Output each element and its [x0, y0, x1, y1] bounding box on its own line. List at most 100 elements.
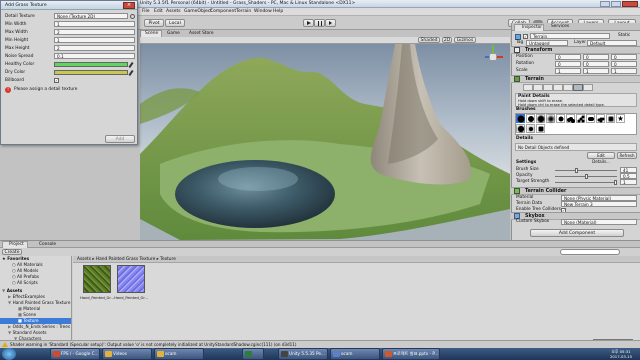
opacity-slider-thumb[interactable] [585, 174, 588, 179]
noise-spread-field[interactable]: 0.1 [54, 53, 135, 59]
close-window-button[interactable] [622, 1, 638, 7]
tree-item[interactable]: ○ All Scripts [12, 280, 38, 286]
rotation-z-field[interactable]: 0 [611, 61, 637, 67]
brush-option[interactable] [566, 114, 575, 123]
menu-edit[interactable]: Edit [154, 9, 163, 14]
taskbar-item-powerpoint[interactable]: 프로젝트 발표.pptx - P... [382, 348, 440, 360]
menu-component[interactable]: Component [210, 9, 236, 14]
menu-window[interactable]: Window [254, 9, 272, 14]
terrain-header[interactable]: Terrain [511, 75, 640, 83]
billboard-checkbox[interactable]: ✓ [54, 78, 59, 83]
rotation-x-field[interactable]: 0 [555, 61, 581, 67]
brush-option[interactable] [576, 114, 585, 123]
target-strength-slider-thumb[interactable] [614, 180, 617, 185]
max-width-field[interactable]: 2 [54, 29, 135, 35]
minimize-button[interactable] [600, 1, 610, 7]
play-button[interactable] [303, 19, 314, 27]
2d-toggle[interactable]: 2D [442, 37, 452, 43]
space-toggle[interactable]: Local [165, 19, 185, 27]
max-height-field[interactable]: 2 [54, 45, 135, 51]
brush-size-slider-track[interactable] [555, 170, 617, 171]
add-component-button[interactable]: Add Component [530, 229, 624, 237]
eyedropper-icon[interactable] [128, 61, 134, 69]
brush-option[interactable] [536, 124, 545, 133]
maximize-button[interactable] [611, 1, 621, 7]
position-z-field[interactable]: 0 [611, 54, 637, 60]
object-name-field[interactable]: Terrain [530, 33, 610, 39]
tab-asset-store[interactable]: Asset Store [185, 30, 217, 37]
tab-services[interactable]: Services [547, 24, 575, 31]
brush-option[interactable] [616, 114, 625, 123]
scene-gizmo[interactable] [480, 44, 506, 70]
taskbar-item-ocam-folder[interactable]: ocam [154, 348, 204, 360]
breadcrumb-text[interactable]: Assets ▸ Hand Painted Grass Texture ▸ Te… [77, 256, 176, 263]
smooth-height-tool[interactable] [543, 84, 553, 91]
dialog-close-button[interactable]: × [123, 2, 135, 9]
dry-color-swatch[interactable] [54, 70, 128, 75]
menu-terrain[interactable]: Terrain [236, 9, 251, 14]
menu-gameobject[interactable]: GameObject [184, 9, 212, 14]
status-message[interactable]: Shader warning in 'Standard (Specular se… [10, 341, 296, 348]
scale-y-field[interactable]: 1 [583, 68, 609, 74]
project-search-input[interactable] [560, 249, 620, 255]
rotation-y-field[interactable]: 0 [583, 61, 609, 67]
terrain-data-field[interactable]: New Terrain 3 [561, 201, 637, 207]
menu-assets[interactable]: Assets [166, 9, 181, 14]
tab-inspector[interactable]: Inspector [514, 24, 544, 31]
pivot-toggle[interactable]: Pivot [144, 19, 164, 27]
refresh-button[interactable]: Refresh [617, 152, 637, 159]
start-button[interactable] [2, 348, 16, 360]
tab-project[interactable]: Project [2, 241, 28, 248]
brush-option[interactable] [516, 124, 525, 133]
active-checkbox[interactable]: ✓ [523, 34, 528, 39]
tab-scene[interactable]: Scene [140, 30, 162, 37]
object-picker-icon[interactable] [130, 14, 135, 19]
place-trees-tool[interactable] [563, 84, 573, 91]
paint-details-tool[interactable] [573, 84, 583, 91]
min-width-field[interactable]: 1 [54, 21, 135, 27]
detail-texture-field[interactable]: None (Texture 2D) [54, 13, 128, 19]
position-y-field[interactable]: 0 [583, 54, 609, 60]
brush-option[interactable] [526, 114, 535, 123]
shading-dropdown[interactable]: Shaded [418, 37, 440, 43]
position-x-field[interactable]: 0 [555, 54, 581, 60]
brush-option[interactable] [546, 114, 555, 123]
taskbar-item-chrome[interactable]: FPS / - Google C... [50, 348, 100, 360]
brush-option[interactable] [606, 114, 615, 123]
taskbar-item-excel[interactable] [242, 348, 264, 360]
brush-option[interactable] [516, 114, 525, 123]
asset-item[interactable]: Hand_Painted_Gr... [80, 265, 114, 305]
terrain-settings-tool[interactable] [583, 84, 593, 91]
healthy-color-swatch[interactable] [54, 62, 128, 67]
brush-option[interactable] [536, 114, 545, 123]
min-height-field[interactable]: 1 [54, 37, 135, 43]
scene-view[interactable] [140, 44, 510, 240]
brush-option[interactable] [596, 114, 605, 123]
paint-height-tool[interactable] [533, 84, 543, 91]
brush-option[interactable] [586, 114, 595, 123]
scale-x-field[interactable]: 1 [555, 68, 581, 74]
raise-terrain-tool[interactable] [523, 84, 533, 91]
tab-console[interactable]: Console [31, 241, 59, 248]
gizmos-dropdown[interactable]: Gizmos [454, 37, 476, 43]
edit-details-button[interactable]: Edit Details... [587, 152, 615, 164]
step-button[interactable] [325, 19, 336, 27]
eyedropper-icon[interactable] [128, 69, 134, 77]
brush-option[interactable] [556, 114, 565, 123]
taskbar-item-unity[interactable]: Unity 5.5.35 Pe... [278, 348, 328, 360]
tab-game[interactable]: Game [163, 30, 183, 37]
menu-file[interactable]: File [142, 9, 150, 14]
menu-help[interactable]: Help [273, 9, 283, 14]
custom-skybox-field[interactable]: None (Material) [561, 219, 637, 225]
terrain-collider-header[interactable]: Terrain Collider [511, 187, 640, 195]
taskbar-item-videos[interactable]: Videos [102, 348, 152, 360]
system-clock[interactable]: 오후 05:31 2017-03-15 [604, 348, 638, 360]
transform-header[interactable]: Transform [511, 46, 640, 54]
target-strength-slider-track[interactable] [555, 182, 617, 183]
target-strength-field[interactable]: 1 [620, 179, 637, 185]
create-dropdown[interactable]: Create [2, 249, 22, 255]
brush-option[interactable] [526, 124, 535, 133]
add-button[interactable]: Add [105, 135, 135, 143]
brush-size-slider-thumb[interactable] [575, 168, 578, 173]
scale-z-field[interactable]: 1 [611, 68, 637, 74]
